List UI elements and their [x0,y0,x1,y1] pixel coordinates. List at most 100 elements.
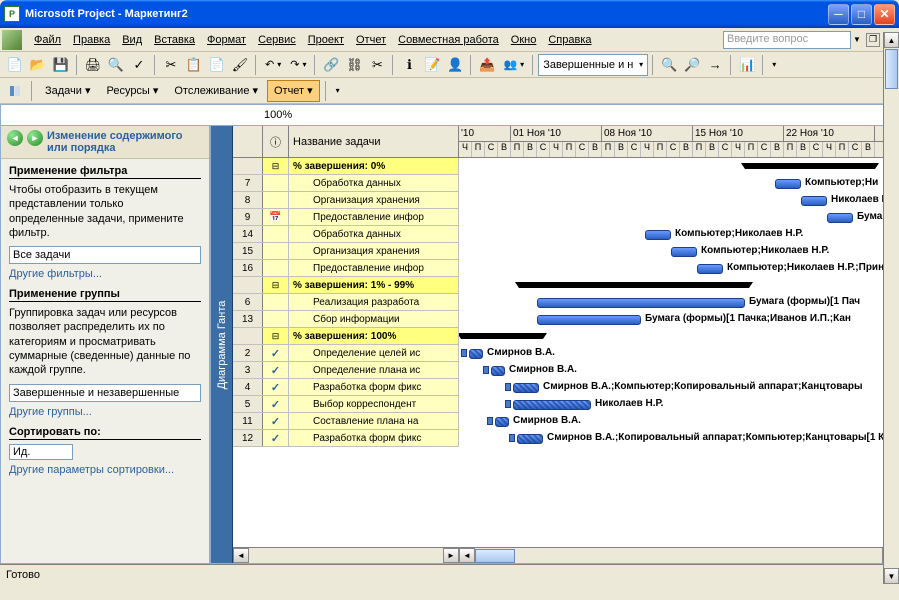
unlink-button[interactable]: ⛓ [343,54,365,76]
col-id[interactable] [233,126,263,157]
group-button[interactable]: 👥▾ [499,54,528,76]
cut-button[interactable]: ✂ [160,54,182,76]
check-icon: ✓ [271,415,280,428]
excel-button[interactable]: 📊 [736,54,758,76]
redo-button[interactable]: ↷▾ [286,54,310,76]
gantt-bar[interactable] [671,247,697,257]
db-icon [483,366,489,374]
open-button[interactable]: 📂 [27,54,49,76]
gantt-bar[interactable] [469,349,483,359]
menu-window[interactable]: Окно [505,31,543,49]
db-icon [505,383,511,391]
guide-tasks-button[interactable]: Задачи▾ [38,80,97,102]
menu-insert[interactable]: Вставка [148,31,201,49]
check-icon: ✓ [271,381,280,394]
help-search[interactable]: Введите вопрос [723,31,851,49]
menu-help[interactable]: Справка [542,31,597,49]
menu-report[interactable]: Отчет [350,31,392,49]
side-sort-heading: Сортировать по: [9,426,201,440]
db-icon [509,434,515,442]
side-group-combo[interactable] [9,384,201,402]
gantt-bar[interactable] [775,179,801,189]
col-info[interactable]: ⓘ [263,126,289,157]
tb2-overflow-icon[interactable]: ▾ [332,80,344,102]
task-row: 12✓Разработка форм фикс [233,430,459,447]
side-sort-link[interactable]: Другие параметры сортировки... [9,464,201,476]
close-button[interactable]: ✕ [874,4,895,25]
menu-project[interactable]: Проект [302,31,350,49]
task-table[interactable]: ⊟% завершения: 0% 7Обработка данных 8Орг… [233,158,459,547]
month-2: 08 Ноя '10 [602,126,693,141]
link-button[interactable]: 🔗 [320,54,342,76]
menu-view[interactable]: Вид [116,31,148,49]
assign-button[interactable]: 👤 [444,54,466,76]
guide-toggle-button[interactable] [4,80,26,102]
month-3: 15 Ноя '10 [693,126,784,141]
print-button[interactable]: 🖨 [82,54,104,76]
gantt-bar[interactable] [537,298,745,308]
zoom-in-button[interactable]: 🔍 [658,54,680,76]
days-row: ЧПСВПВСЧПСВПВСЧПСВПВСЧПСВПВСЧПСВ [459,142,898,157]
gantt-bar[interactable] [645,230,671,240]
gantt-bar[interactable] [697,264,723,274]
h-scrollbar[interactable]: ◄► ◄► [233,547,898,563]
menu-collab[interactable]: Совместная работа [392,31,505,49]
publish-button[interactable]: 📤 [476,54,498,76]
split-button[interactable]: ✂ [366,54,388,76]
format-painter-button[interactable]: 🖌 [229,54,251,76]
save-button[interactable]: 💾 [50,54,72,76]
print-preview-button[interactable]: 🔍 [105,54,127,76]
gantt-bar[interactable] [827,213,853,223]
zoom-out-button[interactable]: 🔎 [681,54,703,76]
menu-service[interactable]: Сервис [252,31,302,49]
menu-edit[interactable]: Правка [67,31,116,49]
tb-overflow-icon[interactable]: ▾ [768,54,780,76]
menu-format[interactable]: Формат [201,31,252,49]
check-icon: ✓ [271,347,280,360]
spellcheck-button[interactable]: ✓ [128,54,150,76]
gantt-bar[interactable] [801,196,827,206]
goto-button[interactable]: → [704,54,726,76]
filter-combo[interactable]: Завершенные и н▾ [538,54,648,76]
col-name[interactable]: Название задачи [289,126,459,157]
mdi-restore-button[interactable]: ❐ [866,33,880,47]
undo-button[interactable]: ↶▾ [261,54,285,76]
task-row: 9📅Предоставление инфор [233,209,459,226]
side-fwd-button[interactable]: ► [27,130,43,146]
group-row: ⊟% завершения: 100% [233,328,459,345]
side-filter-link[interactable]: Другие фильтры... [9,268,201,280]
minimize-button[interactable]: ─ [828,4,849,25]
side-sort-combo[interactable] [9,444,73,460]
copy-button[interactable]: 📋 [183,54,205,76]
menu-file[interactable]: Файл [28,31,67,49]
gantt-bar[interactable] [513,383,539,393]
gantt-bar[interactable] [537,315,641,325]
gantt-bar[interactable] [513,400,591,410]
new-button[interactable]: 📄 [4,54,26,76]
db-icon [505,400,511,408]
gantt-bar[interactable] [495,417,509,427]
gantt-chart[interactable]: Компьютер;Ни Николаев Н Бумага (фо Компь… [459,158,898,547]
note-button[interactable]: 📝 [421,54,443,76]
gantt-bar[interactable] [491,366,505,376]
task-row: 13Сбор информации [233,311,459,328]
side-filter-combo[interactable] [9,246,201,264]
group-row: ⊟% завершения: 0% [233,158,459,175]
toolbar-standard: 📄 📂 💾 🖨 🔍 ✓ ✂ 📋 📄 🖌 ↶▾ ↷▾ 🔗 ⛓ ✂ ℹ 📝 👤 📤 … [0,52,899,78]
info-button[interactable]: ℹ [398,54,420,76]
maximize-button[interactable]: □ [851,4,872,25]
v-scrollbar[interactable]: ▲ ▼ [883,126,898,563]
guide-resources-button[interactable]: Ресурсы▾ [99,80,165,102]
side-group-heading: Применение группы [9,288,201,302]
side-back-button[interactable]: ◄ [7,130,23,146]
calendar-icon: 📅 [269,212,281,223]
task-row: 16Предоставление инфор [233,260,459,277]
gantt-tab[interactable]: Диаграмма Ганта [211,126,233,563]
gantt-bar[interactable] [517,434,543,444]
guide-tracking-button[interactable]: Отслеживание▾ [167,80,265,102]
check-icon: ✓ [271,364,280,377]
guide-report-button[interactable]: Отчет▾ [267,80,320,102]
db-icon [461,349,467,357]
paste-button[interactable]: 📄 [206,54,228,76]
side-group-link[interactable]: Другие группы... [9,406,201,418]
